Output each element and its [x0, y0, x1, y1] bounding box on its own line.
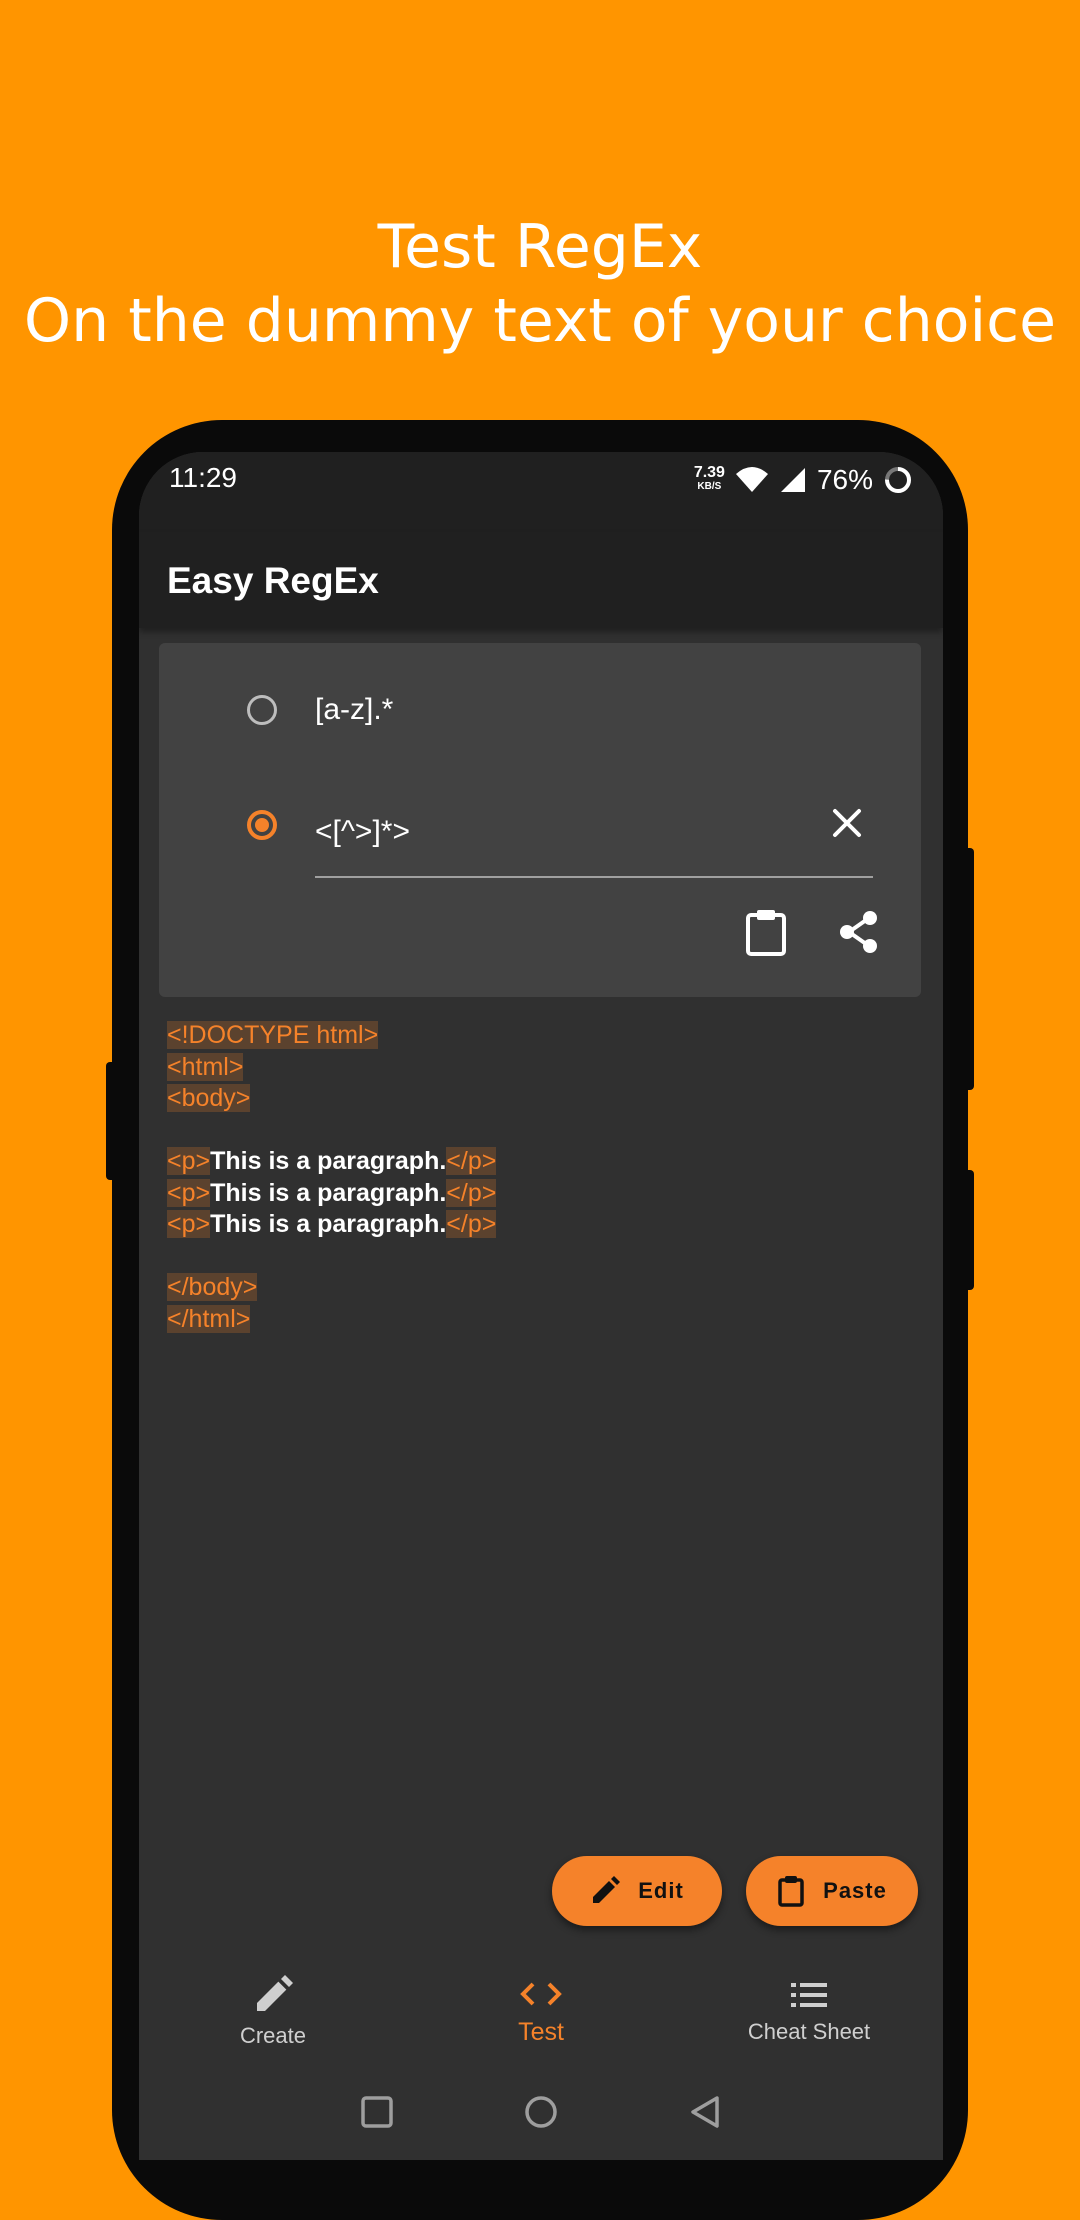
test-line: <p>This is a paragraph.</p> — [167, 1178, 497, 1210]
match-highlight: </body> — [167, 1273, 258, 1301]
list-icon — [791, 1983, 827, 2007]
back-icon[interactable] — [687, 2094, 723, 2130]
radio-pattern-2[interactable] — [247, 810, 277, 840]
clipboard-icon[interactable] — [744, 907, 788, 957]
match-highlight: </p> — [446, 1147, 497, 1175]
promo-subtitle: On the dummy text of your choice — [23, 286, 1057, 356]
phone-side-button-right-bottom — [964, 1170, 974, 1290]
phone-screen: 11:29 7.39 KB/S 76% Easy RegEx [a-z].* <… — [139, 452, 943, 2160]
match-highlight: <html> — [167, 1052, 244, 1081]
pencil-icon — [257, 1975, 293, 2011]
paste-button-label: Paste — [823, 1878, 887, 1903]
edit-button[interactable]: Edit — [552, 1856, 722, 1926]
clipboard-icon — [778, 1876, 804, 1907]
network-speed-unit: KB/S — [697, 481, 722, 492]
match-highlight: <p> — [167, 1210, 211, 1238]
promo-headline: Test RegEx On the dummy text of your cho… — [0, 210, 1080, 358]
wifi-icon — [735, 467, 768, 492]
match-highlight: <p> — [167, 1178, 211, 1207]
plain-text: This is a paragraph. — [210, 1178, 447, 1207]
nav-cheat-sheet[interactable]: Cheat Sheet — [675, 1952, 943, 2072]
test-line: <p>This is a paragraph.</p> — [167, 1146, 497, 1178]
test-line: </html> — [167, 1304, 496, 1336]
plain-text: This is a paragraph. — [210, 1147, 447, 1175]
test-line-empty — [167, 1115, 496, 1147]
edit-button-label: Edit — [638, 1878, 684, 1903]
nav-cheat-sheet-label: Cheat Sheet — [747, 2019, 871, 2044]
nav-create[interactable]: Create — [139, 1952, 407, 2072]
nav-test[interactable]: Test — [407, 1952, 675, 2072]
system-navigation-bar — [139, 2072, 943, 2160]
status-time: 11:29 — [169, 462, 237, 493]
network-speed-value: 7.39 — [693, 464, 725, 481]
match-highlight: </p> — [446, 1178, 497, 1207]
recents-icon[interactable] — [359, 2094, 395, 2130]
pattern-input-underline — [315, 876, 873, 878]
nav-create-label: Create — [239, 2023, 307, 2048]
share-icon[interactable] — [837, 909, 881, 955]
match-highlight: </html> — [167, 1304, 251, 1333]
pattern-1-text[interactable]: [a-z].* — [315, 693, 393, 727]
app-title: Easy RegEx — [167, 560, 379, 601]
test-text-area[interactable]: <!DOCTYPE html> <html> <body> <p>This is… — [167, 1020, 497, 1336]
network-speed: 7.39 KB/S — [693, 464, 725, 494]
match-highlight: </p> — [446, 1210, 497, 1238]
app-bar: Easy RegEx — [139, 532, 943, 628]
test-line: <body> — [167, 1083, 496, 1115]
match-highlight: <!DOCTYPE html> — [167, 1021, 379, 1049]
battery-percent: 76% — [816, 464, 873, 495]
test-line: </body> — [167, 1272, 496, 1304]
bottom-navigation: Create Test Cheat Sheet — [139, 1952, 943, 2072]
match-highlight: <p> — [167, 1147, 211, 1175]
plain-text: This is a paragraph. — [210, 1210, 447, 1238]
code-icon — [520, 1982, 562, 2005]
paste-button[interactable]: Paste — [746, 1856, 918, 1926]
test-line: <p>This is a paragraph.</p> — [167, 1209, 497, 1241]
pencil-icon — [593, 1876, 621, 1903]
pattern-card: [a-z].* <[^>]*> — [159, 643, 921, 997]
battery-circle-icon — [885, 467, 911, 493]
test-line: <html> — [167, 1052, 496, 1084]
home-icon[interactable] — [523, 2094, 559, 2130]
pattern-input[interactable]: <[^>]*> — [315, 815, 410, 849]
phone-side-button-left — [106, 1062, 116, 1180]
signal-icon — [780, 468, 805, 492]
test-line-empty — [167, 1241, 496, 1273]
status-icons: 7.39 KB/S 76% — [694, 464, 913, 496]
promo-title: Test RegEx — [377, 212, 703, 282]
nav-test-label: Test — [518, 2017, 564, 2046]
test-line: <!DOCTYPE html> — [167, 1020, 496, 1052]
close-icon[interactable] — [827, 803, 867, 843]
match-highlight: <body> — [167, 1084, 251, 1112]
radio-pattern-1[interactable] — [247, 695, 277, 725]
phone-side-button-right-top — [964, 848, 974, 1090]
